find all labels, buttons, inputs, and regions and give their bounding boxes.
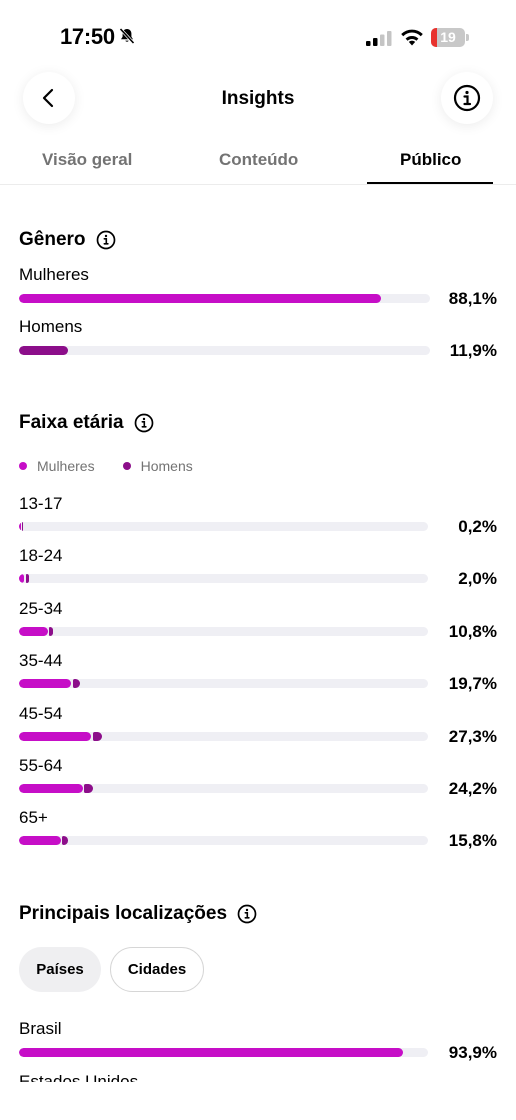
battery-icon: 19 xyxy=(431,28,469,47)
age-bar-women xyxy=(19,836,61,846)
gender-percent: 88,1% xyxy=(448,289,497,308)
info-icon xyxy=(453,84,481,112)
gender-title-text: Gênero xyxy=(19,229,86,250)
gender-bar-women xyxy=(19,294,382,303)
age-bar-women xyxy=(19,784,83,793)
chip-paises[interactable]: Países xyxy=(19,947,101,992)
locations-title-text: Principais localizações xyxy=(19,903,228,924)
age-percent: 27,3% xyxy=(448,726,497,746)
age-percent: 2,0% xyxy=(458,569,497,589)
location-label: Brasil xyxy=(19,1019,62,1038)
age-bar-track xyxy=(19,784,428,793)
age-percent: 19,7% xyxy=(448,674,497,694)
age-percent: 24,2% xyxy=(448,779,497,798)
tab-bar: Visão geral Conteúdo Público xyxy=(0,140,516,185)
info-button[interactable] xyxy=(441,72,493,124)
gender-label: Homens xyxy=(19,317,83,336)
age-bar-women xyxy=(19,679,72,689)
gender-bar-track xyxy=(19,346,430,355)
age-bar-women xyxy=(19,626,48,636)
tab-conteudo[interactable]: Conteúdo xyxy=(219,150,298,170)
location-bar xyxy=(19,1048,404,1057)
status-bar: 17:50 19 xyxy=(0,0,516,62)
age-bar-men xyxy=(62,836,68,846)
battery-level: 19 xyxy=(440,29,456,45)
age-bar-men xyxy=(84,784,94,793)
legend-men-label: Homens xyxy=(140,458,193,474)
location-label: Estados Unidos xyxy=(19,1072,139,1082)
status-time: 17:50 xyxy=(60,24,115,49)
age-legend: Mulheres Homens xyxy=(19,458,221,474)
age-bar-men xyxy=(92,731,103,741)
active-tab-indicator xyxy=(367,182,493,184)
bell-muted-icon xyxy=(119,27,135,45)
age-bar-women xyxy=(19,574,25,584)
gender-section-title: Gênero xyxy=(19,229,116,251)
info-icon[interactable] xyxy=(237,904,257,924)
age-bar-track xyxy=(19,522,428,531)
age-label: 18-24 xyxy=(19,546,63,566)
age-section-title: Faixa etária xyxy=(19,412,154,434)
info-icon[interactable] xyxy=(96,230,116,250)
age-bar-track xyxy=(19,836,428,846)
age-label: 55-64 xyxy=(19,756,63,775)
legend-women: Mulheres xyxy=(19,458,95,474)
legend-men: Homens xyxy=(122,458,193,474)
gender-label: Mulheres xyxy=(19,265,89,284)
page-title: Insights xyxy=(221,88,295,109)
age-label: 45-54 xyxy=(19,703,63,723)
age-title-text: Faixa etária xyxy=(19,412,124,433)
age-percent: 15,8% xyxy=(448,831,497,851)
location-percent: 93,9% xyxy=(448,1043,497,1062)
age-label: 35-44 xyxy=(19,651,63,671)
signal-icon xyxy=(366,31,392,46)
age-percent: 0,2% xyxy=(458,517,497,536)
age-bar-women xyxy=(19,522,21,531)
age-bar-men xyxy=(72,679,80,689)
age-label: 65+ xyxy=(19,808,48,828)
chip-cidades[interactable]: Cidades xyxy=(110,947,204,992)
info-icon[interactable] xyxy=(134,413,154,433)
gender-bar-track xyxy=(19,294,430,303)
tab-visao-geral[interactable]: Visão geral xyxy=(42,150,132,170)
gender-percent: 11,9% xyxy=(449,341,497,360)
age-label: 25-34 xyxy=(19,598,63,618)
age-bar-track xyxy=(19,731,428,741)
age-percent: 10,8% xyxy=(448,621,497,641)
locations-section-title: Principais localizações xyxy=(19,903,257,925)
gender-bar-men xyxy=(19,346,68,355)
age-bar-track xyxy=(19,626,428,636)
location-bar-track xyxy=(19,1048,428,1057)
legend-women-label: Mulheres xyxy=(37,458,95,474)
age-label: 13-17 xyxy=(19,494,63,513)
age-bar-track xyxy=(19,574,428,584)
tab-publico[interactable]: Público xyxy=(400,150,461,170)
age-bar-track xyxy=(19,679,428,689)
age-bar-women xyxy=(19,731,92,741)
age-bar-men xyxy=(49,626,53,636)
age-bar-men xyxy=(25,574,29,584)
wifi-icon xyxy=(401,29,423,46)
